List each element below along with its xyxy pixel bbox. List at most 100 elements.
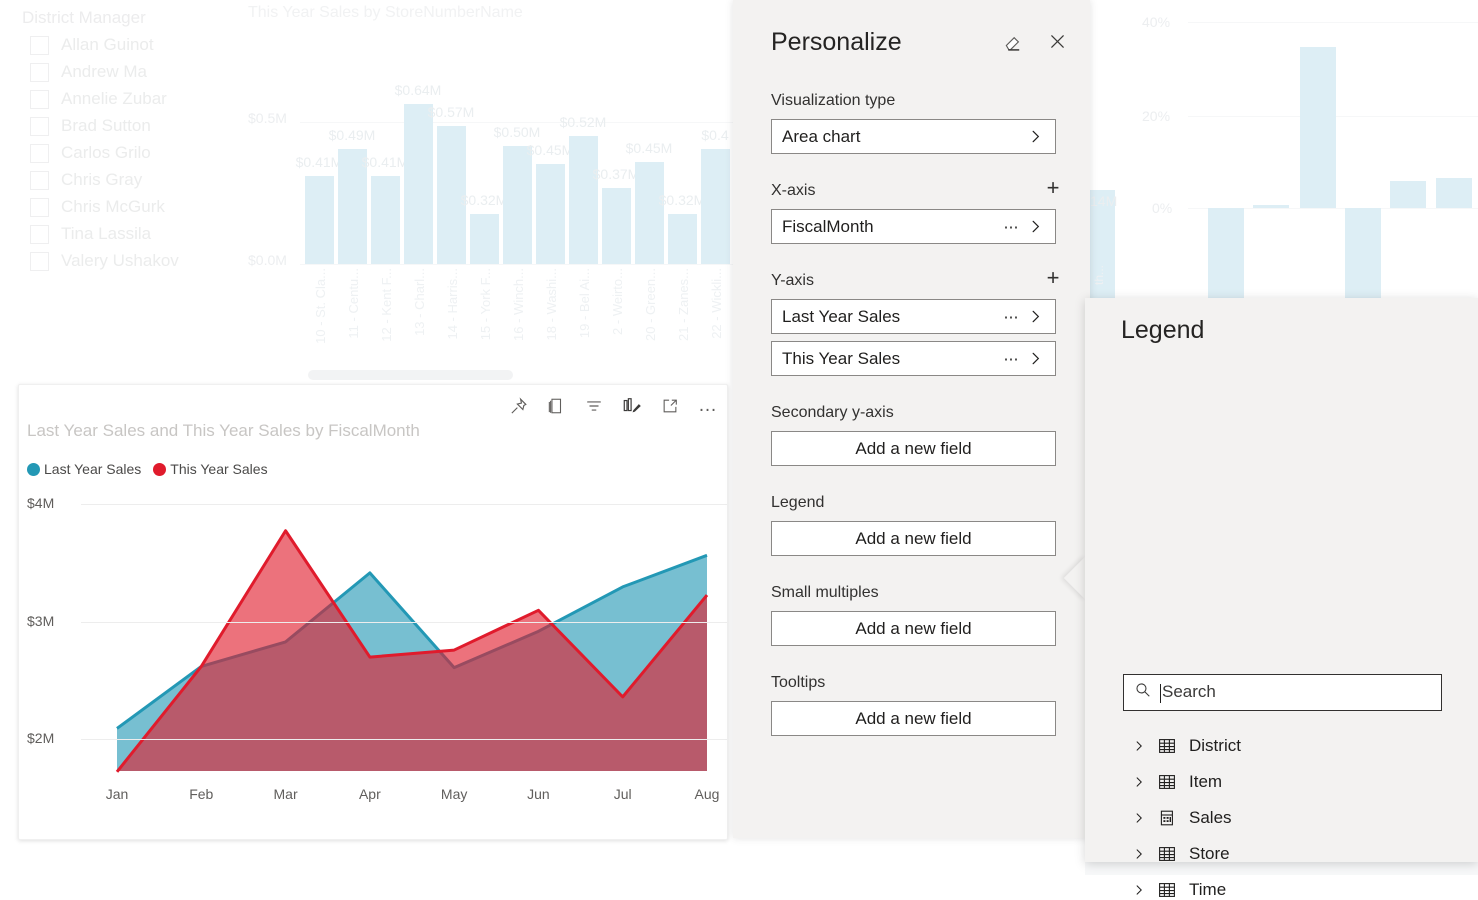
add-field-plus-icon-y_axis[interactable]: + (1044, 267, 1062, 289)
slicer-checkbox[interactable] (30, 170, 49, 190)
background-bar-label: $0.57M (427, 104, 475, 120)
background-bar[interactable] (602, 188, 631, 264)
chart-x-tick: Mar (273, 786, 298, 802)
field-more-icon[interactable]: ⋯ (1004, 350, 1029, 368)
search-icon (1134, 681, 1152, 704)
field-more-icon[interactable]: ⋯ (1004, 308, 1029, 326)
background-bar-label: $0.41M (295, 154, 343, 170)
search-input[interactable]: Search (1123, 674, 1442, 711)
background-bar-label: $0.45M (526, 142, 574, 158)
legend-table-row-store[interactable]: Store (1133, 844, 1230, 864)
expand-chevron-icon[interactable] (1133, 848, 1145, 860)
background-bar[interactable] (569, 136, 598, 264)
copy-icon[interactable] (545, 395, 567, 417)
personalize-icon[interactable] (621, 395, 643, 417)
add-new-field-button-tooltips[interactable]: Add a new field (771, 701, 1056, 736)
background-bar-label: $0.32M (658, 192, 706, 208)
background-bar[interactable] (470, 214, 499, 264)
personalize-pane[interactable]: Personalize Visualization type Area chart… (733, 0, 1090, 838)
legend-label-last-year: Last Year Sales (44, 461, 142, 477)
slicer-checkbox[interactable] (30, 197, 49, 217)
personalize-field-y_axis-1[interactable]: Last Year Sales ⋯ (771, 299, 1056, 334)
background-bar-label: $0.45M (625, 140, 673, 156)
personalize-field-y_axis-2[interactable]: This Year Sales ⋯ (771, 341, 1056, 376)
legend-flyout-pane[interactable]: Legend Search District Item Sales Store Time (1085, 298, 1478, 899)
slicer-checkbox[interactable] (30, 35, 49, 55)
personalize-section-label-x_axis: X-axis (771, 182, 816, 199)
slicer-checkbox[interactable] (30, 62, 49, 82)
chart-gridline (81, 622, 727, 623)
bg2-y-tick-0: 40% (1142, 14, 1171, 30)
slicer-item-label: Annelie Zubar (61, 89, 167, 108)
slicer-checkbox[interactable] (30, 143, 49, 163)
slicer-item-label: Chris McGurk (61, 197, 165, 216)
background-bar[interactable] (503, 146, 532, 264)
table-icon (1157, 844, 1177, 864)
legend-item-this-year-sales[interactable]: This Year Sales (153, 461, 268, 477)
add-new-field-button-legend[interactable]: Add a new field (771, 521, 1056, 556)
personalize-section-label-viz_type: Visualization type (771, 92, 896, 109)
background-bar[interactable] (635, 162, 664, 264)
chart-legend[interactable]: Last Year Sales This Year Sales (27, 461, 276, 477)
background-bar-label: $0.4 (701, 127, 729, 143)
background-bar[interactable] (305, 176, 334, 264)
expand-chevron-icon[interactable] (1133, 776, 1145, 788)
personalize-actions[interactable] (1002, 30, 1068, 52)
slicer-checkbox[interactable] (30, 251, 49, 271)
slicer-checkbox[interactable] (30, 224, 49, 244)
slicer-item-label: Brad Sutton (61, 116, 151, 135)
background-bar[interactable] (668, 214, 697, 264)
chart-y-tick: $3M (27, 613, 55, 629)
slicer-checkbox[interactable] (30, 89, 49, 109)
reset-icon[interactable] (1002, 30, 1024, 52)
slicer-checkbox[interactable] (30, 116, 49, 136)
personalize-field-viz_type[interactable]: Area chart (771, 119, 1056, 154)
field-value: Last Year Sales (782, 306, 901, 326)
background-bar[interactable] (536, 164, 565, 264)
legend-item-last-year-sales[interactable]: Last Year Sales (27, 461, 141, 477)
add-new-field-button-secondary_y[interactable]: Add a new field (771, 431, 1056, 466)
personalize-field-x_axis[interactable]: FiscalMonth ⋯ (771, 209, 1056, 244)
add-new-field-button-small_multiples[interactable]: Add a new field (771, 611, 1056, 646)
legend-table-row-time[interactable]: Time (1133, 880, 1226, 900)
personalize-section-label-tooltips: Tooltips (771, 674, 826, 691)
measure-table-icon (1157, 808, 1177, 828)
expand-chevron-icon[interactable] (1133, 812, 1145, 824)
background-bar[interactable] (371, 176, 400, 264)
close-icon[interactable] (1046, 30, 1068, 52)
personalize-section-label-y_axis: Y-axis (771, 272, 814, 289)
bg-y-tick-1: $0.0M (248, 252, 287, 268)
background-bar[interactable] (701, 149, 730, 264)
add-field-plus-icon-x_axis[interactable]: + (1044, 177, 1062, 199)
background-bar-label: $0.37M (592, 166, 640, 182)
area-chart-visual[interactable]: … Last Year Sales and This Year Sales by… (18, 384, 728, 840)
expand-chevron-icon[interactable] (1133, 740, 1145, 752)
chart-plot-area[interactable]: $4M $3M $2M Jan Feb Mar Apr May Jun Jul Aug (19, 489, 727, 809)
field-value: Area chart (782, 126, 861, 146)
chart-y-tick: $2M (27, 730, 55, 746)
expand-chevron-icon[interactable] (1133, 884, 1145, 896)
background-percent-chart[interactable]: 40% 20% 0% (1090, 0, 1478, 330)
legend-table-label: Item (1189, 772, 1223, 791)
chart-x-tick: Apr (358, 786, 381, 802)
background-bar[interactable] (404, 104, 433, 264)
legend-table-row-district[interactable]: District (1133, 736, 1241, 756)
filter-icon[interactable] (583, 395, 605, 417)
legend-table-row-item[interactable]: Item (1133, 772, 1222, 792)
visual-header-toolbar[interactable]: … (507, 390, 719, 422)
background-bar-chart[interactable]: This Year Sales by StoreNumberName $0.5M… (240, 0, 763, 385)
legend-swatch-last-year (27, 462, 40, 476)
legend-table-label: Time (1189, 880, 1227, 899)
background-bar-label: $0.64M (394, 82, 442, 98)
focus-mode-icon[interactable] (659, 395, 681, 417)
field-more-icon[interactable]: ⋯ (1004, 218, 1029, 236)
chevron-right-icon (1028, 351, 1055, 366)
chevron-right-icon (1028, 129, 1055, 144)
legend-table-row-sales[interactable]: Sales (1133, 808, 1232, 828)
pin-icon[interactable] (507, 395, 529, 417)
personalize-section-label-small_multiples: Small multiples (771, 584, 879, 601)
personalize-section-label-secondary_y: Secondary y-axis (771, 404, 894, 421)
more-options-icon[interactable]: … (697, 395, 719, 417)
background-chart-scrollbar[interactable] (308, 370, 513, 380)
background-fragment-rotated-label: th... (1092, 265, 1106, 286)
